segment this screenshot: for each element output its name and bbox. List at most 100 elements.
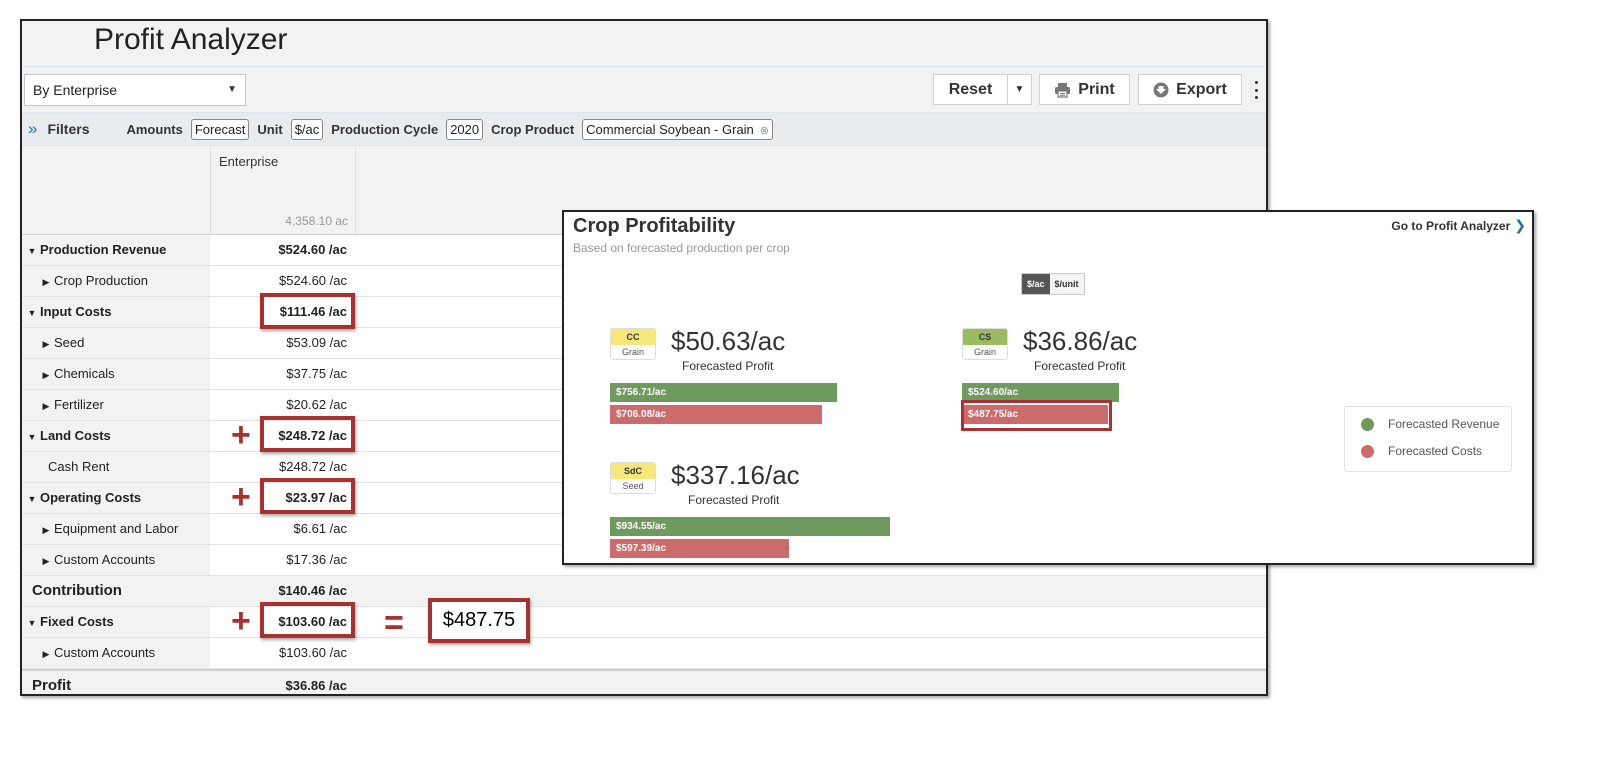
printer-icon (1055, 82, 1071, 98)
crop-type: Seed (611, 479, 655, 493)
enterprise-acres: 4,358.10 ac (285, 214, 348, 228)
revenue-bar: $934.55/ac (610, 517, 890, 536)
plus-sign: + (231, 602, 251, 640)
collapse-triangle-icon[interactable]: ▼ (24, 484, 40, 514)
collapse-triangle-icon[interactable]: ▼ (24, 608, 40, 638)
table-row-contribution: Contribution $140.46 /ac (22, 576, 1266, 607)
legend-item-revenue: Forecasted Revenue (1361, 417, 1499, 431)
row-label: Land Costs (40, 428, 111, 443)
expand-triangle-icon[interactable]: ▶ (38, 515, 54, 545)
crop-badge: CS Grain (962, 328, 1008, 360)
row-label: Profit (32, 677, 72, 694)
row-label: Cash Rent (48, 459, 110, 474)
download-circle-icon (1153, 82, 1169, 97)
reset-label: Reset (948, 80, 993, 98)
table-row-profit: Profit $36.86 /ac (22, 669, 1266, 694)
cycle-filter-chip[interactable]: 2020 (446, 118, 484, 140)
row-value: $17.36 /ac (210, 545, 355, 575)
row-label: Custom Accounts (54, 552, 156, 567)
crop-filter-chip[interactable]: Commercial Soybean - Grain ⊗ (582, 118, 774, 140)
unit-toggle-per-unit[interactable]: $/unit (1049, 274, 1084, 294)
chart-legend: Forecasted Revenue Forecasted Costs (1344, 406, 1512, 472)
profit-caption: Forecasted Profit (688, 493, 780, 507)
crop-code: SdC (611, 463, 655, 479)
crop-profitability-subtitle: Based on forecasted production per crop (573, 241, 790, 255)
view-by-value: By Enterprise (33, 82, 118, 98)
row-value: $36.86 /ac (210, 671, 355, 694)
row-label: Seed (54, 335, 85, 350)
legend-label: Forecasted Revenue (1388, 417, 1500, 431)
row-value: $524.60 /ac (210, 266, 355, 296)
highlight-cs-cost-bar (961, 400, 1112, 431)
expand-triangle-icon[interactable]: ▶ (38, 267, 54, 297)
equals-sign: = (384, 604, 404, 642)
more-options-icon[interactable] (1252, 79, 1260, 101)
row-label: Crop Production (54, 273, 148, 288)
expand-filters-icon[interactable]: » (28, 119, 37, 139)
expand-triangle-icon[interactable]: ▶ (38, 360, 54, 390)
export-label: Export (1176, 80, 1227, 98)
unit-toggle[interactable]: $/ac $/unit (1021, 273, 1085, 295)
row-label: Equipment and Labor (54, 521, 179, 536)
caret-down-icon: ▼ (1014, 84, 1025, 95)
crop-profitability-title: Crop Profitability (573, 215, 736, 237)
highlight-input-costs (260, 293, 355, 329)
cycle-filter-label: Production Cycle (331, 121, 439, 137)
unit-toggle-per-acre[interactable]: $/ac (1022, 274, 1050, 294)
crop-profit: $36.86/ac (1023, 326, 1138, 356)
filters-title[interactable]: Filters (47, 121, 89, 137)
revenue-bar: $756.71/ac (610, 383, 837, 402)
unit-filter-label: Unit (257, 121, 283, 137)
row-value: $524.60 /ac (210, 235, 355, 265)
cost-bar: $706.08/ac (610, 405, 822, 424)
crop-profit: $337.16/ac (671, 460, 800, 490)
highlight-operating-costs (260, 478, 355, 514)
collapse-triangle-icon[interactable]: ▼ (24, 422, 40, 452)
export-button[interactable]: Export (1138, 74, 1242, 105)
row-label: Fertilizer (54, 397, 104, 412)
reset-button[interactable]: Reset (933, 74, 1008, 105)
row-label: Production Revenue (40, 242, 167, 257)
revenue-dot-icon (1361, 417, 1374, 431)
go-to-profit-analyzer-link[interactable]: Go to Profit Analyzer ❯ (1391, 217, 1526, 234)
total-cost-value: $487.75 (442, 609, 516, 631)
row-value: $37.75 /ac (210, 359, 355, 389)
profit-caption: Forecasted Profit (1034, 359, 1126, 373)
amounts-filter-label: Amounts (126, 121, 183, 137)
row-value: $103.60 /ac (210, 638, 355, 668)
crop-filter-label: Crop Product (491, 121, 575, 137)
view-by-select[interactable]: By Enterprise ▼ (24, 74, 246, 106)
collapse-triangle-icon[interactable]: ▼ (24, 236, 40, 266)
highlight-fixed-costs (260, 602, 355, 638)
table-row-fixed-costs: ▼ Fixed Costs $103.60 /ac (22, 607, 1266, 638)
plus-sign: + (231, 478, 251, 516)
row-label: Operating Costs (40, 490, 142, 505)
print-label: Print (1078, 80, 1115, 98)
reset-dropdown-button[interactable]: ▼ (1007, 74, 1032, 105)
crop-type: Grain (963, 345, 1007, 359)
cost-dot-icon (1361, 444, 1374, 458)
expand-triangle-icon[interactable]: ▶ (38, 391, 54, 421)
row-label: Fixed Costs (40, 614, 114, 629)
clear-filter-icon[interactable]: ⊗ (760, 125, 769, 137)
print-button[interactable]: Print (1039, 74, 1130, 105)
filter-bar: » Filters Amounts Forecast Unit $/ac Pro… (22, 112, 1266, 146)
row-label: Chemicals (54, 366, 115, 381)
collapse-triangle-icon[interactable]: ▼ (24, 298, 40, 328)
unit-filter-chip[interactable]: $/ac (290, 118, 324, 140)
crop-badge: CC Grain (610, 328, 656, 360)
expand-triangle-icon[interactable]: ▶ (38, 329, 54, 359)
crop-code: CS (963, 329, 1007, 345)
legend-label: Forecasted Costs (1388, 444, 1483, 458)
page-title: Profit Analyzer (94, 23, 288, 56)
expand-triangle-icon[interactable]: ▶ (38, 639, 54, 669)
crop-code: CC (611, 329, 655, 345)
amounts-filter-chip[interactable]: Forecast (190, 118, 250, 140)
row-label: Custom Accounts (54, 645, 156, 660)
total-cost-callout: $487.75 (428, 598, 530, 643)
row-value: $6.61 /ac (210, 514, 355, 544)
cost-bar: $597.39/ac (610, 539, 789, 558)
expand-triangle-icon[interactable]: ▶ (38, 546, 54, 576)
row-label: Contribution (32, 582, 122, 599)
caret-down-icon: ▼ (227, 84, 237, 95)
